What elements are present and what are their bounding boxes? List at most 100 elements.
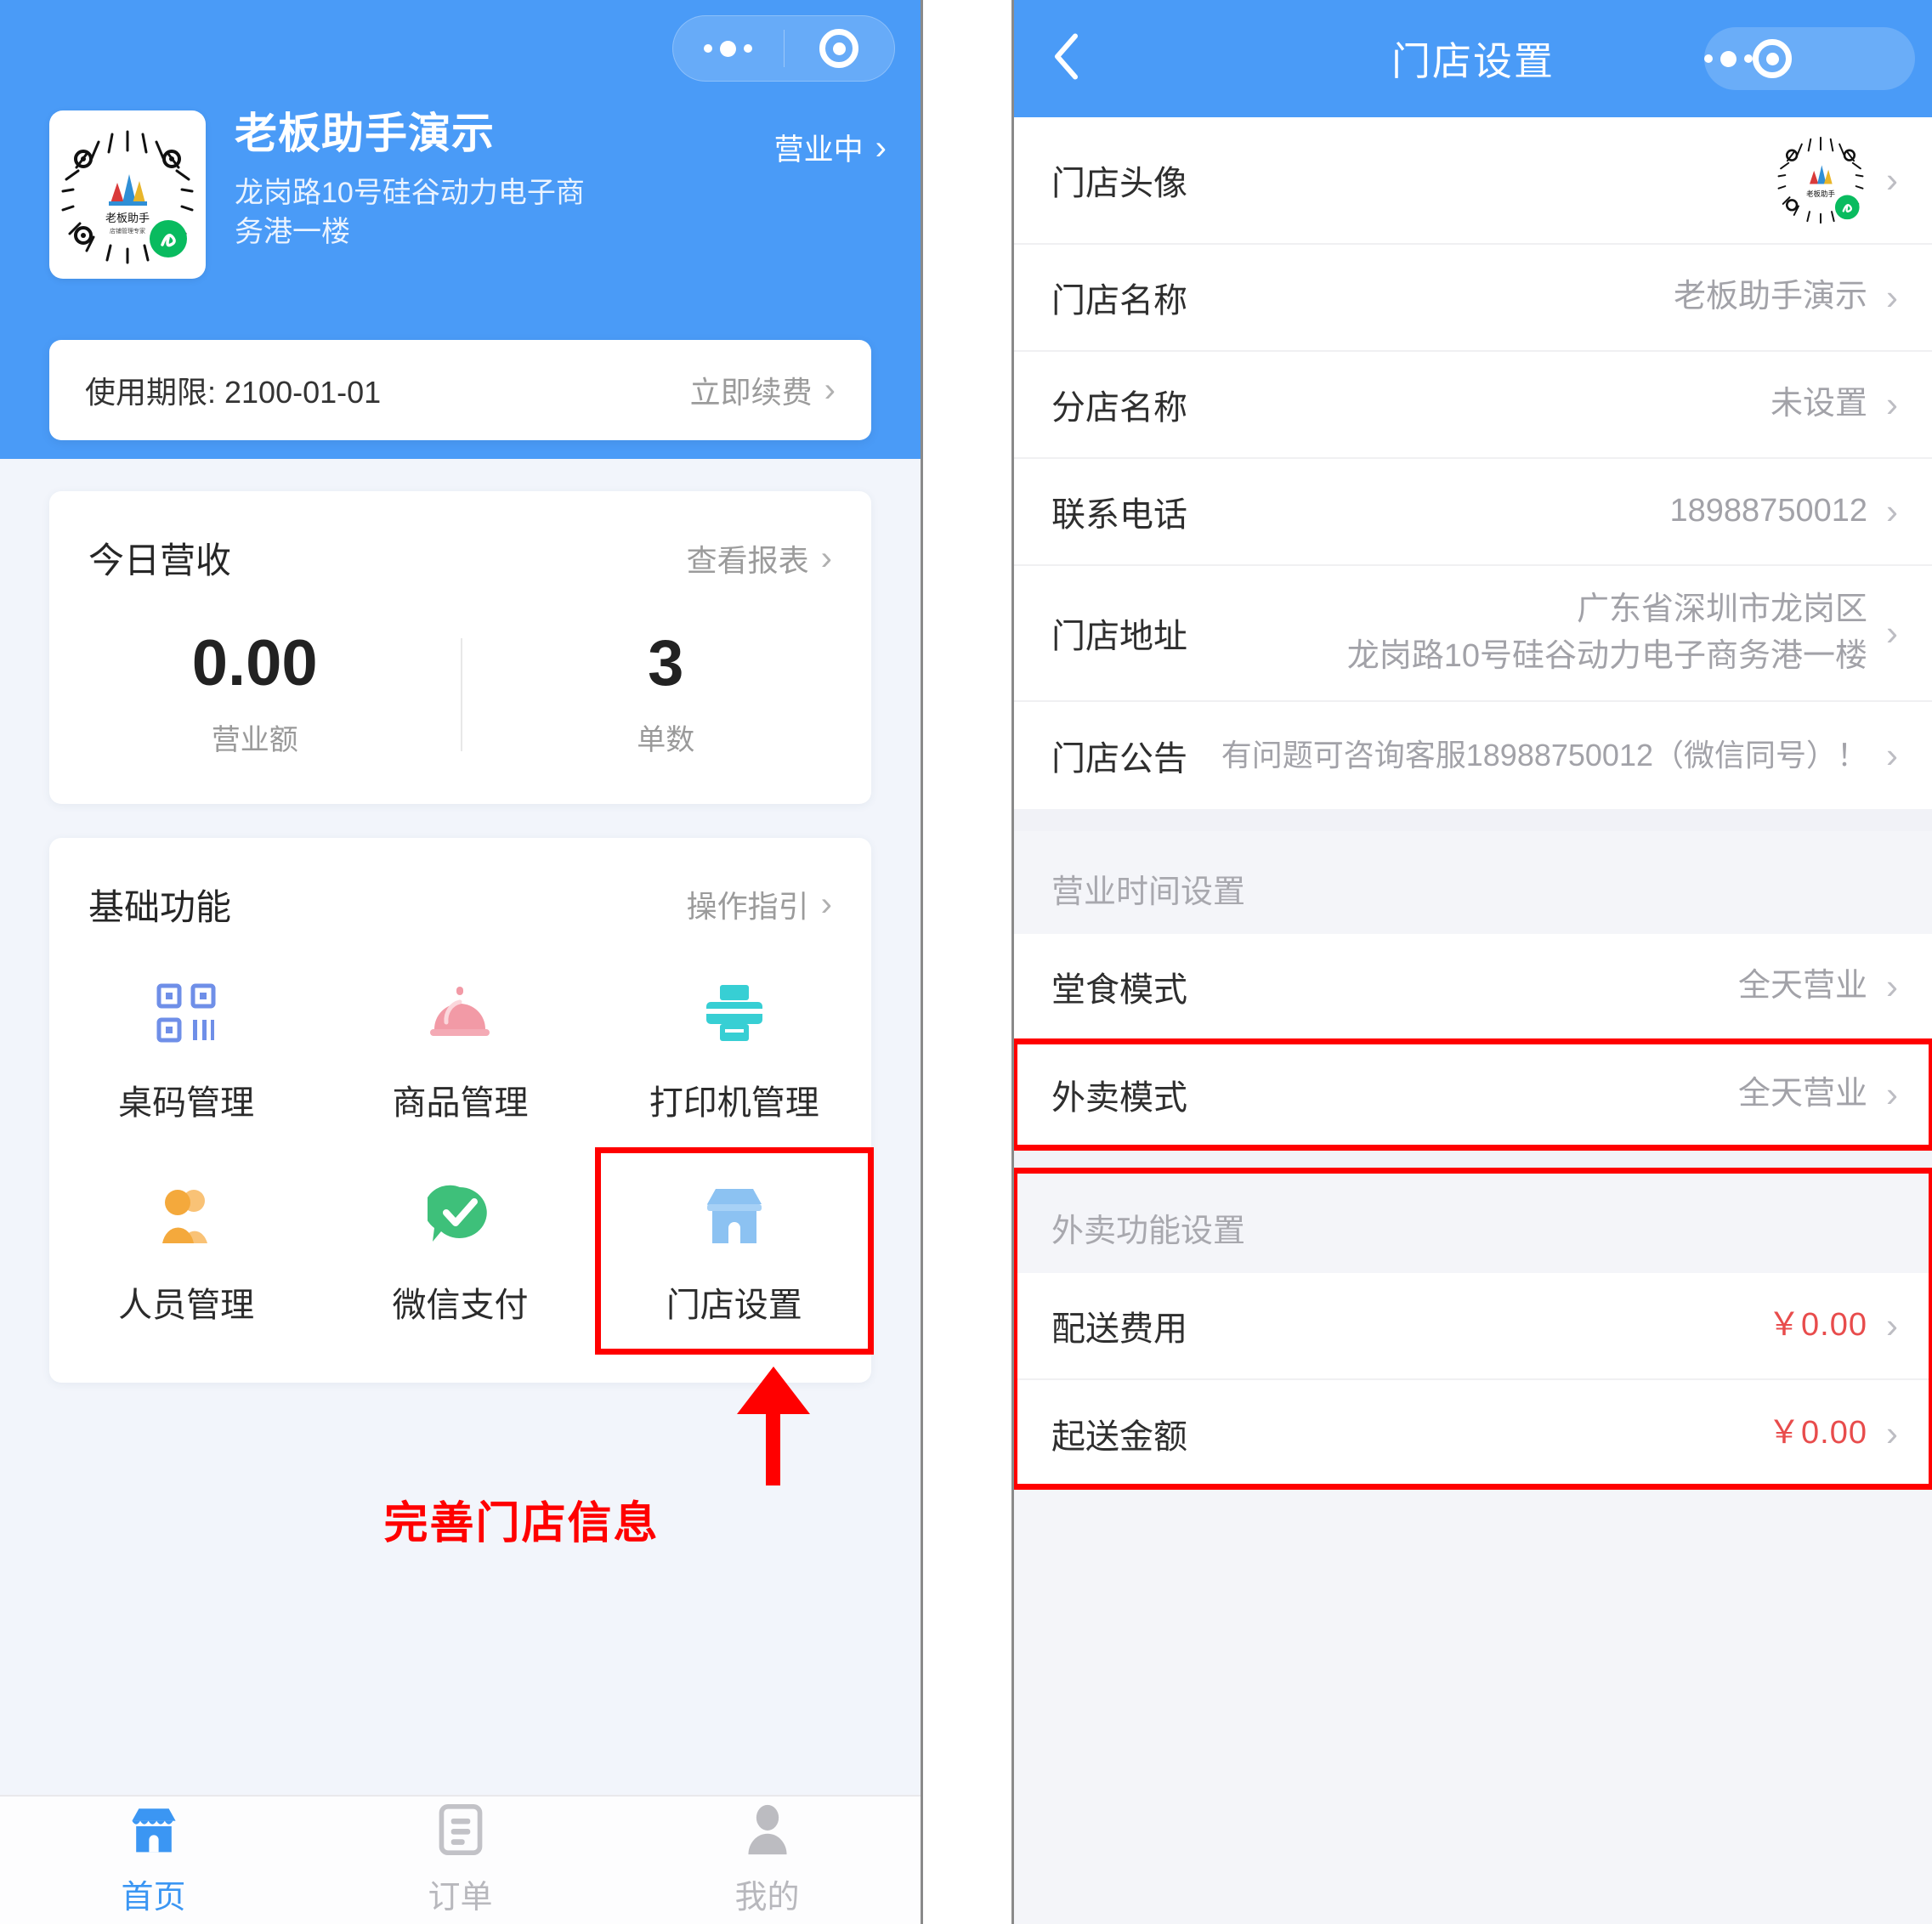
view-report-button[interactable]: 查看报表 › xyxy=(687,536,832,580)
chevron-right-icon: › xyxy=(1886,491,1898,531)
home-content: 今日营收 查看报表 › 0.00 营业额 3 单数 基础功能 操作指引 › 桌码… xyxy=(0,459,921,1924)
store-summary: 老板助手 店铺管理专家 老板助手演示 龙岗路10号硅谷动力电子商务港一楼 xyxy=(49,110,887,279)
takeout-settings-list: 配送费用 ￥0.00 › 起送金额 ￥0.00 › xyxy=(1014,1273,1932,1487)
row-store-avatar[interactable]: 门店头像 老板助手 › xyxy=(1014,117,1932,245)
row-store-notice[interactable]: 门店公告 有问题可咨询客服18988750012（微信同号）！ › xyxy=(1014,702,1932,809)
row-dinein-mode[interactable]: 堂食模式 全天营业 › xyxy=(1014,934,1932,1041)
function-label: 桌码管理 xyxy=(118,1084,255,1122)
view-report-label: 查看报表 xyxy=(686,542,809,578)
row-label: 门店名称 xyxy=(1051,282,1187,320)
order-list-icon xyxy=(436,1803,485,1860)
store-address: 龙岗路10号硅谷动力电子商务港一楼 xyxy=(235,177,585,248)
chevron-right-icon: › xyxy=(1886,966,1898,1006)
row-value: ￥0.00 xyxy=(1768,1307,1867,1344)
functions-title: 基础功能 xyxy=(88,886,232,927)
takeout-settings-section-header: 外卖功能设置 xyxy=(1014,1170,1932,1273)
row-value: ￥0.00 xyxy=(1768,1415,1867,1451)
stat-order-count: 3 单数 xyxy=(460,627,872,758)
up-arrow-annotation xyxy=(727,1367,820,1490)
printer-icon xyxy=(701,976,768,1050)
row-contact-phone[interactable]: 联系电话 18988750012 › xyxy=(1014,459,1932,566)
chevron-left-icon xyxy=(1055,33,1078,80)
row-minimum-order[interactable]: 起送金额 ￥0.00 › xyxy=(1014,1380,1932,1487)
function-wechat-pay[interactable]: 微信支付 xyxy=(323,1150,597,1352)
bottom-tabbar: 首页 订单 我的 xyxy=(0,1795,921,1924)
license-card[interactable]: 使用期限: 2100-01-01 立即续费 › xyxy=(49,340,871,440)
svg-text:老板助手: 老板助手 xyxy=(1806,189,1835,197)
close-miniprogram-button[interactable] xyxy=(1753,39,1792,78)
more-menu-button[interactable] xyxy=(673,16,784,81)
close-miniprogram-button[interactable] xyxy=(785,16,895,81)
storefront-icon xyxy=(700,1179,768,1252)
row-delivery-fee[interactable]: 配送费用 ￥0.00 › xyxy=(1014,1273,1932,1380)
stat-value: 3 xyxy=(648,627,684,699)
business-hours-section-header: 营业时间设置 xyxy=(1014,831,1932,934)
row-takeout-mode[interactable]: 外卖模式 全天营业 › xyxy=(1014,1038,1932,1151)
chevron-right-icon: › xyxy=(824,371,836,409)
screenshot-stage: 老板助手 店铺管理专家 老板助手演示 龙岗路10号硅谷动力电子商务港一楼 营业中… xyxy=(0,0,1932,1924)
chevron-right-icon: › xyxy=(1886,384,1898,424)
chevron-right-icon: › xyxy=(1886,160,1898,200)
wechat-pay-check-icon xyxy=(428,1179,492,1252)
function-grid: 桌码管理 商品管理 打印机管理 人员管理 微信支付 门店设置 xyxy=(49,948,874,1355)
annotation-text: 完善门店信息 xyxy=(383,1499,660,1548)
function-store-settings[interactable]: 门店设置 xyxy=(594,1146,874,1355)
row-value: 全天营业 xyxy=(1737,968,1867,1004)
operation-guide-button[interactable]: 操作指引 › xyxy=(687,882,832,926)
back-button[interactable] xyxy=(1051,32,1080,86)
tab-profile[interactable]: 我的 xyxy=(614,1803,921,1917)
wechat-capsule-bar[interactable] xyxy=(1704,27,1915,90)
function-goods[interactable]: 商品管理 xyxy=(323,948,597,1150)
wechat-capsule-bar[interactable] xyxy=(672,15,895,82)
stat-value: 0.00 xyxy=(191,627,318,699)
row-label: 分店名称 xyxy=(1051,389,1187,427)
store-avatar[interactable]: 老板助手 店铺管理专家 xyxy=(49,110,206,279)
tab-label: 首页 xyxy=(121,1880,186,1916)
more-dots-icon xyxy=(1704,50,1753,67)
chevron-right-icon: › xyxy=(1886,1413,1898,1453)
tab-orders[interactable]: 订单 xyxy=(307,1803,614,1917)
renew-label: 立即续费 xyxy=(689,375,813,410)
store-name: 老板助手演示 xyxy=(235,110,495,157)
tab-label: 我的 xyxy=(734,1880,800,1916)
person-icon xyxy=(742,1803,793,1860)
row-store-address[interactable]: 门店地址 广东省深圳市龙岗区 龙岗路10号硅谷动力电子商务港一楼 › xyxy=(1014,566,1932,702)
settings-navbar: 门店设置 xyxy=(1014,0,1932,117)
row-label: 堂食模式 xyxy=(1051,971,1187,1009)
row-label: 起送金额 xyxy=(1051,1418,1187,1456)
row-value: 未设置 xyxy=(1770,386,1867,422)
row-value: 有问题可咨询客服18988750012（微信同号）！ xyxy=(1221,737,1867,772)
svg-text:老板助手: 老板助手 xyxy=(105,212,150,224)
tab-home[interactable]: 首页 xyxy=(0,1803,307,1917)
tab-label: 订单 xyxy=(428,1880,493,1916)
renew-button[interactable]: 立即续费 › xyxy=(690,368,836,412)
more-dots-icon xyxy=(704,40,753,57)
store-avatar-thumb: 老板助手 xyxy=(1774,131,1867,230)
row-label: 门店公告 xyxy=(1051,740,1187,778)
target-circle-icon xyxy=(819,29,859,68)
home-screen-panel: 老板助手 店铺管理专家 老板助手演示 龙岗路10号硅谷动力电子商务港一楼 营业中… xyxy=(0,0,923,1924)
more-menu-button[interactable] xyxy=(1704,50,1753,67)
function-label: 打印机管理 xyxy=(649,1084,819,1122)
store-settings-panel: 门店设置 门店头像 老板助手 › 门店名称 老板助手演示 › 分店名称 未设置 … xyxy=(1011,0,1932,1924)
chevron-right-icon: › xyxy=(820,539,832,577)
function-staff[interactable]: 人员管理 xyxy=(49,1150,323,1352)
business-status-button[interactable]: 营业中 › xyxy=(774,126,887,169)
row-label: 外卖模式 xyxy=(1051,1079,1187,1117)
business-status-label: 营业中 xyxy=(773,133,864,167)
stat-label: 营业额 xyxy=(211,723,298,756)
function-table-code[interactable]: 桌码管理 xyxy=(49,948,323,1150)
row-store-name[interactable]: 门店名称 老板助手演示 › xyxy=(1014,245,1932,352)
function-label: 人员管理 xyxy=(118,1286,255,1324)
function-label: 商品管理 xyxy=(392,1084,529,1122)
row-label: 配送费用 xyxy=(1051,1310,1187,1348)
stat-turnover: 0.00 营业额 xyxy=(49,628,461,758)
function-label: 门店设置 xyxy=(666,1286,802,1324)
takeout-settings-group: 外卖功能设置 配送费用 ￥0.00 › 起送金额 ￥0.00 › xyxy=(1014,1168,1932,1490)
row-label: 门店地址 xyxy=(1051,618,1187,655)
business-hours-list: 堂食模式 全天营业 › 外卖模式 全天营业 › xyxy=(1014,934,1932,1151)
chevron-right-icon: › xyxy=(875,128,887,167)
license-expiry-label: 使用期限: 2100-01-01 xyxy=(85,375,382,410)
function-printer[interactable]: 打印机管理 xyxy=(598,948,871,1150)
row-branch-name[interactable]: 分店名称 未设置 › xyxy=(1014,352,1932,459)
